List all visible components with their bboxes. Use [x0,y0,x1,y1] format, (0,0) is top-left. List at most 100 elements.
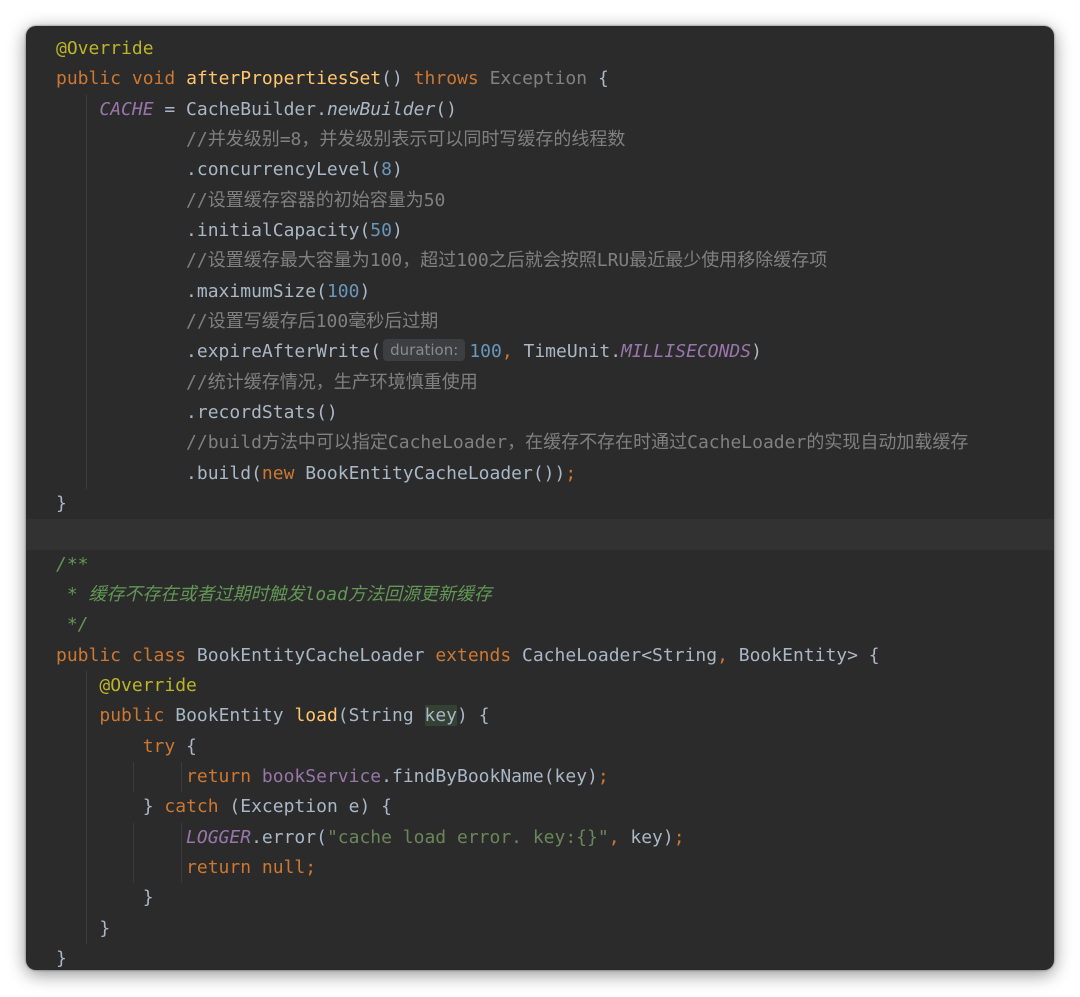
close-brace: } [142,887,154,909]
doc-comment: */ [56,614,89,636]
indent-guide [86,246,87,277]
close-paren: ) [391,219,403,241]
method-call: .build( [186,462,262,484]
milliseconds-constant[interactable]: MILLISECONDS [621,341,751,362]
code-line: //统计缓存情况，生产环境慎重使用 [26,367,1054,398]
indent-guide [133,852,134,884]
code-editor-window: @Override public void afterPropertiesSet… [26,26,1054,970]
method-name[interactable]: afterPropertiesSet [186,68,381,89]
assignment-text: = CacheBuilder. [153,98,327,120]
indent-guide [86,428,87,459]
indent-guide [181,822,182,853]
doc-comment: * 缓存不存在或者过期时触发 [56,583,305,605]
code-line: @Override [26,670,1054,702]
keyword-try: try [142,735,176,757]
keyword-return: return [186,765,252,787]
code-line: return null; [26,852,1054,884]
method-call: .findByBookName(key) [381,765,598,787]
code-comment: //并发级别=8，并发级别表示可以同时写缓存的线程数 [186,128,626,150]
indent-guide [86,124,87,156]
method-call: .error( [251,826,327,848]
keyword-new: new [261,462,295,484]
parens: () [435,98,457,120]
indent-guide [86,155,87,186]
indent-guide [133,822,134,853]
keyword-class: class [131,644,187,666]
code-line: .concurrencyLevel(8) [26,155,1054,186]
number-literal: 8 [381,159,392,181]
class-name[interactable]: BookEntityCacheLoader [186,645,435,666]
indent-guide [86,883,87,914]
code-line: */ [26,610,1054,640]
close-brace: } [99,917,111,939]
indent-guide [181,761,182,793]
return-type: BookEntity [164,705,295,727]
override-annotation: @Override [56,38,154,59]
param-open: (String [337,705,425,727]
close-paren: ) [751,341,762,363]
code-line: } [26,883,1054,914]
code-line: @Override [26,34,1054,64]
code-area[interactable]: @Override public void afterPropertiesSet… [26,34,1054,970]
indent-guide [86,458,87,489]
method-call: .maximumSize( [186,280,327,302]
keyword-throws: throws [413,68,479,90]
doc-comment: 方法回源更新缓存 [347,583,492,605]
code-line: try { [26,731,1054,762]
indent-guide [133,761,134,793]
code-comment: //build方法中可以指定CacheLoader，在缓存不存在时通过Cache… [186,432,969,454]
code-line: } [26,944,1054,970]
superclass: CacheLoader<String [511,644,718,666]
generic-rest: BookEntity> { [727,644,880,666]
method-call: .expireAfterWrite( [186,341,382,363]
method-call: .concurrencyLevel( [186,159,382,181]
code-line: /** [26,550,1054,580]
indent-guide [86,913,87,944]
code-line: .recordStats() [26,397,1054,429]
code-line: public void afterPropertiesSet() throws … [26,64,1054,94]
current-line-highlight[interactable] [26,519,1054,550]
number-literal: 50 [370,219,392,241]
indent-guide [86,215,87,247]
book-service-field[interactable]: bookService [262,766,381,787]
code-line: .initialCapacity(50) [26,215,1054,247]
indent-guide [86,761,87,793]
cache-field[interactable]: CACHE [99,99,153,120]
code-line: .maximumSize(100) [26,276,1054,307]
key-parameter[interactable]: key [424,705,458,727]
keyword-null: null [261,856,306,878]
comma: , [717,644,728,666]
constructor-call: BookEntityCacheLoader()) [294,462,566,484]
code-line: //build方法中可以指定CacheLoader，在缓存不存在时通过Cache… [26,428,1054,459]
indent-guide [86,792,87,823]
string-literal: "cache load error. key:{}" [326,826,609,848]
doc-comment-load: load [304,583,348,605]
code-line: CACHE = CacheBuilder.newBuilder() [26,94,1054,125]
indent-guide [86,670,87,702]
method-call: .initialCapacity( [186,219,371,241]
open-brace: { [597,68,609,90]
method-name[interactable]: load [294,705,337,726]
code-line: public class BookEntityCacheLoader exten… [26,641,1054,671]
close-brace: } [56,492,67,514]
semicolon: ; [673,826,685,848]
close-brace: } [56,947,67,969]
parameter-hint: duration: [383,339,466,362]
param-close: ) { [457,705,490,727]
code-line: return bookService.findByBookName(key); [26,761,1054,793]
indent-guide [86,94,87,125]
code-line: } [26,913,1054,944]
code-line: } [26,489,1054,519]
indent-guide [86,185,87,216]
new-builder-call[interactable]: newBuilder [327,99,435,120]
close-brace: } [142,796,165,818]
parens: () [381,68,403,90]
logger-field[interactable]: LOGGER [186,827,251,848]
code-comment: //统计缓存情况，生产环境慎重使用 [186,371,478,393]
doc-comment: /** [56,553,89,575]
exception-type[interactable]: Exception [490,68,588,89]
semicolon: ; [305,856,317,878]
indent-guide [86,367,87,398]
number-literal: 100 [326,280,360,302]
open-brace: { [175,735,197,757]
